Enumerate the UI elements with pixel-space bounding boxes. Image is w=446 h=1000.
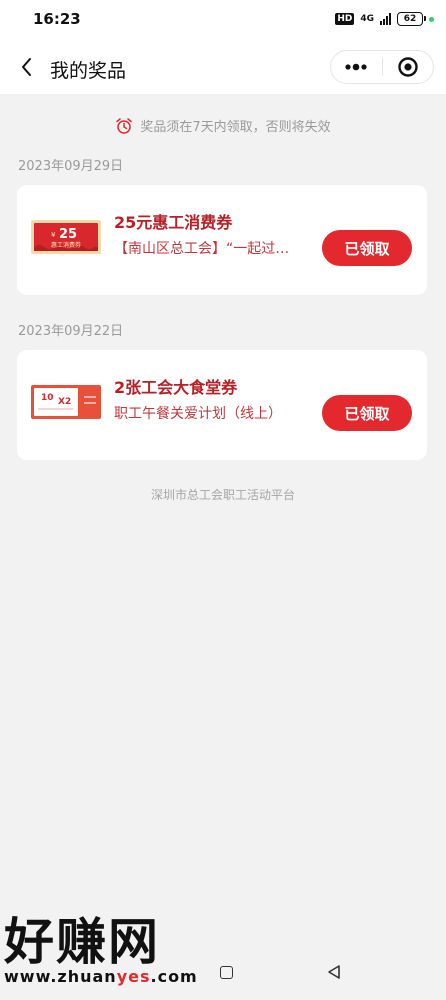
prize-title: 25元惠工消费券 [114,213,233,232]
thumb-currency: ¥ [51,231,56,239]
thumb-label: 惠工消费券 [51,241,81,249]
status-icons: HD 4G 62 [335,10,434,28]
hd-icon: HD [335,13,355,25]
alarm-clock-icon [116,117,133,134]
more-dots-icon [345,63,367,71]
prize-date: 2023年09月29日 [18,159,124,174]
target-circle-icon [398,57,418,77]
prize-date: 2023年09月22日 [18,324,124,339]
watermark-url-prefix: www.zhuan [4,967,117,986]
system-back-triangle-icon[interactable] [326,964,342,980]
claimed-button[interactable]: 已领取 [322,230,412,266]
back-arrow-icon[interactable] [16,55,40,79]
status-bar: 16:23 HD 4G 62 [0,0,446,40]
prize-source: 职工午餐关爱计划（线上） [114,406,282,422]
page-title: 我的奖品 [50,60,127,82]
prize-card[interactable]: 10 X2 2张工会大食堂券 职工午餐关爱计划（线上） 已领取 [17,350,427,460]
claimed-button[interactable]: 已领取 [322,395,412,431]
expiry-notice: 奖品须在7天内领取，否则将失效 [0,116,446,135]
prize-title: 2张工会大食堂券 [114,378,238,397]
notice-text: 奖品须在7天内领取，否则将失效 [140,120,331,135]
platform-footer: 深圳市总工会职工活动平台 [150,488,295,502]
signal-icon [380,13,391,25]
prize-card[interactable]: ¥ 25 惠工消费券 25元惠工消费券 【南山区总工会】“一起过… 已领取 [17,185,427,295]
prize-source: 【南山区总工会】“一起过… [114,241,290,257]
thumb-multiplier: X2 [58,397,71,407]
mini-program-capsule [330,50,434,84]
consumption-coupon-thumbnail: ¥ 25 惠工消费券 [31,220,101,254]
close-mini-program-button[interactable] [382,51,433,83]
network-type-icon: 4G [360,14,374,24]
watermark-url-suffix: .com [150,967,198,986]
thumb-amount: 10 [41,393,54,403]
battery-icon: 62 [397,12,426,26]
navigation-bar: 我的奖品 [0,40,446,94]
battery-level: 62 [403,14,417,24]
status-time: 16:23 [33,10,81,28]
thumb-amount: 25 [59,227,77,242]
watermark-title: 好赚网 [4,913,160,971]
watermark-url-highlight: yes [116,967,151,986]
canteen-voucher-thumbnail: 10 X2 [31,385,101,419]
watermark-url: www.zhuanyes.com [4,967,198,986]
home-square-icon[interactable] [220,966,233,979]
status-dot-icon [429,16,434,22]
more-menu-button[interactable] [331,51,382,83]
